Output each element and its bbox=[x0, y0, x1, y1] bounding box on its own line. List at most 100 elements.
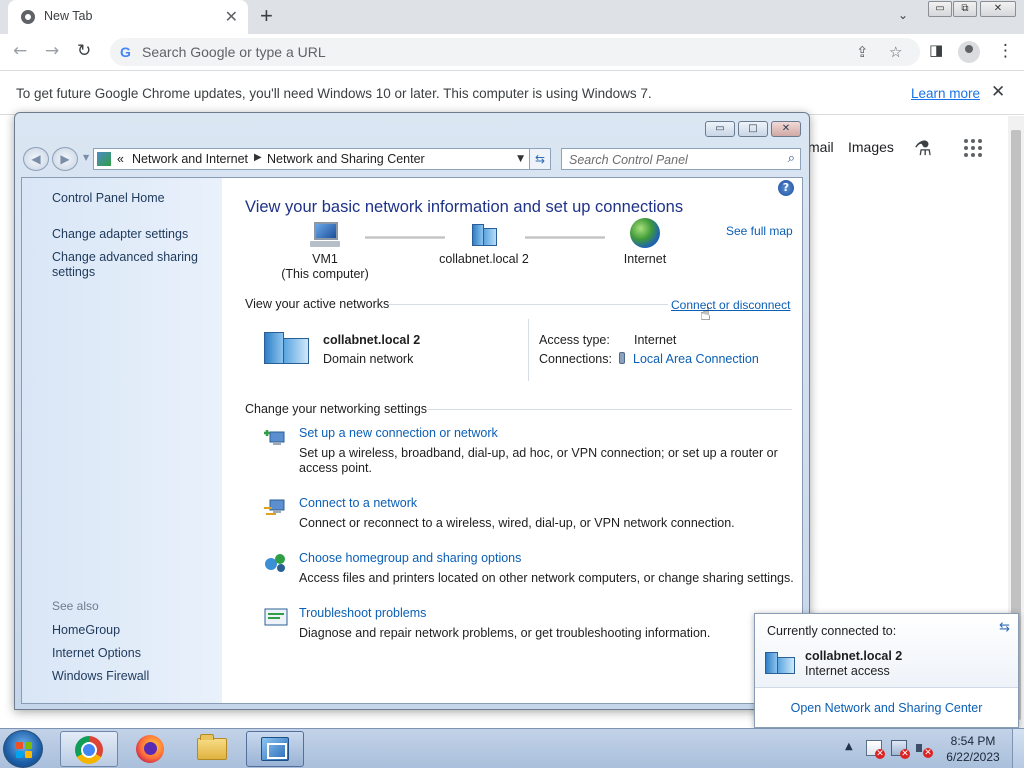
restore-button[interactable]: ⧉ bbox=[953, 1, 977, 17]
connect-network-link[interactable]: Connect to a network bbox=[299, 496, 417, 510]
map-node-internet[interactable]: Internet bbox=[605, 218, 685, 267]
domain-network-icon bbox=[264, 328, 312, 366]
update-infobar: To get future Google Chrome updates, you… bbox=[0, 71, 1024, 115]
address-dropdown-icon[interactable]: ▼ bbox=[517, 154, 524, 164]
active-networks-heading: View your active networks bbox=[245, 297, 390, 311]
domain-network-icon bbox=[469, 222, 499, 248]
labs-flask-icon[interactable]: ⚗ bbox=[914, 136, 932, 160]
cp-address-field[interactable]: « Network and Internet ▶ Network and Sha… bbox=[93, 148, 551, 170]
omnibox[interactable]: G Search Google or type a URL ⇪ ☆ bbox=[110, 38, 920, 66]
flyout-header-area: Currently connected to: ⇆ collabnet.loca… bbox=[755, 614, 1018, 688]
cp-maximize-button[interactable]: □ bbox=[738, 121, 768, 137]
start-button[interactable] bbox=[3, 730, 43, 768]
show-desktop-button[interactable] bbox=[1012, 729, 1024, 768]
forward-icon[interactable]: → bbox=[45, 41, 59, 61]
setup-connection-desc: Set up a wireless, broadband, dial-up, a… bbox=[299, 446, 778, 475]
domain-network-icon bbox=[765, 650, 797, 676]
active-network-divider bbox=[528, 319, 529, 381]
volume-muted-icon[interactable] bbox=[915, 740, 933, 758]
access-type-value: Internet bbox=[634, 333, 677, 347]
cp-back-button[interactable]: ◀ bbox=[23, 147, 49, 171]
folder-icon bbox=[197, 734, 227, 760]
taskbar-firefox[interactable] bbox=[122, 731, 180, 767]
search-placeholder: Search Control Panel bbox=[569, 153, 688, 167]
sidebar-change-advanced-sharing[interactable]: Change advanced sharing settings bbox=[52, 250, 202, 280]
section-divider bbox=[427, 409, 792, 410]
clock-time: 8:54 PM bbox=[950, 734, 996, 748]
active-network-type[interactable]: Domain network bbox=[323, 352, 413, 366]
recent-pages-chevron-icon[interactable]: ▼ bbox=[83, 153, 89, 162]
sidebar-windows-firewall[interactable]: Windows Firewall bbox=[52, 669, 149, 684]
troubleshoot-link[interactable]: Troubleshoot problems bbox=[299, 606, 426, 620]
taskbar-chrome[interactable] bbox=[60, 731, 118, 767]
cp-address-bar: ◀ ▶ ▼ « Network and Internet ▶ Network a… bbox=[23, 147, 801, 171]
windows-logo-icon bbox=[16, 742, 32, 758]
taskbar-explorer[interactable] bbox=[184, 731, 242, 767]
infobar-close-icon[interactable]: ✕ bbox=[991, 82, 1005, 102]
homegroup-sharing-link[interactable]: Choose homegroup and sharing options bbox=[299, 551, 521, 565]
show-hidden-icons-icon[interactable]: ▲ bbox=[845, 741, 853, 752]
cp-close-button[interactable]: ✕ bbox=[771, 121, 801, 137]
open-network-sharing-center-link[interactable]: Open Network and Sharing Center bbox=[755, 701, 1018, 715]
sidebar-control-panel-home[interactable]: Control Panel Home bbox=[52, 191, 165, 206]
side-panel-icon[interactable]: ◨ bbox=[929, 41, 943, 59]
flyout-network-status: Internet access bbox=[805, 664, 890, 678]
action-center-icon[interactable] bbox=[866, 740, 885, 759]
google-g-icon: G bbox=[120, 44, 131, 60]
tab-close-icon[interactable]: ✕ bbox=[225, 7, 238, 27]
network-tray-icon[interactable] bbox=[891, 740, 910, 759]
new-connection-icon bbox=[264, 430, 285, 445]
control-panel-window: ▭ □ ✕ ◀ ▶ ▼ « Network and Internet ▶ Net… bbox=[14, 112, 810, 710]
breadcrumb-overflow[interactable]: « bbox=[117, 152, 124, 166]
setup-connection-link[interactable]: Set up a new connection or network bbox=[299, 426, 498, 440]
back-icon[interactable]: ← bbox=[13, 41, 27, 61]
chrome-icon bbox=[75, 736, 103, 764]
chrome-toolbar: ← → ↻ G Search Google or type a URL ⇪ ☆ … bbox=[0, 34, 1024, 71]
sidebar-homegroup[interactable]: HomeGroup bbox=[52, 623, 120, 638]
cp-minimize-button[interactable]: ▭ bbox=[705, 121, 735, 137]
reload-icon[interactable]: ↻ bbox=[77, 41, 91, 61]
chrome-tabstrip: New Tab ✕ + ⌄ ▭ ⧉ ✕ bbox=[0, 0, 1024, 34]
connect-or-disconnect-link[interactable]: Connect or disconnect bbox=[671, 298, 790, 312]
learn-more-link[interactable]: Learn more bbox=[911, 86, 980, 101]
search-icon[interactable]: ⌕ bbox=[788, 151, 795, 166]
troubleshoot-desc: Diagnose and repair network problems, or… bbox=[299, 626, 711, 640]
tab-new-tab[interactable]: New Tab ✕ bbox=[8, 0, 248, 34]
breadcrumb-network-and-internet[interactable]: Network and Internet bbox=[132, 152, 248, 166]
sidebar-internet-options[interactable]: Internet Options bbox=[52, 646, 141, 661]
profile-avatar-icon[interactable] bbox=[958, 41, 980, 63]
taskbar-control-panel[interactable] bbox=[246, 731, 304, 767]
cp-forward-button[interactable]: ▶ bbox=[52, 147, 78, 171]
new-tab-button[interactable]: + bbox=[260, 3, 273, 29]
cp-main-content: ? View your basic network information an… bbox=[222, 178, 802, 703]
flyout-heading: Currently connected to: bbox=[767, 624, 897, 638]
help-icon[interactable]: ? bbox=[778, 180, 794, 196]
minimize-button[interactable]: ▭ bbox=[928, 1, 952, 17]
local-area-connection-link[interactable]: Local Area Connection bbox=[619, 352, 759, 366]
map-computer-name: VM1 bbox=[312, 252, 338, 266]
connect-network-icon bbox=[264, 499, 285, 515]
google-apps-icon[interactable] bbox=[964, 139, 982, 157]
map-node-computer[interactable]: VM1 (This computer) bbox=[270, 222, 380, 282]
cp-refresh-button[interactable]: ⇆ bbox=[529, 148, 551, 170]
see-also-label: See also bbox=[52, 599, 99, 613]
omnibox-input[interactable]: Search Google or type a URL bbox=[142, 44, 326, 60]
clock-date: 6/22/2023 bbox=[946, 750, 1000, 764]
taskbar-clock[interactable]: 8:54 PM 6/22/2023 bbox=[942, 733, 1004, 765]
see-full-map-link[interactable]: See full map bbox=[726, 224, 793, 238]
cp-body: Control Panel Home Change adapter settin… bbox=[21, 177, 803, 704]
bookmark-star-icon[interactable]: ☆ bbox=[889, 43, 902, 61]
cp-search-input[interactable]: Search Control Panel ⌕ bbox=[561, 148, 801, 170]
sidebar-change-adapter-settings[interactable]: Change adapter settings bbox=[52, 227, 188, 242]
flyout-refresh-icon[interactable]: ⇆ bbox=[999, 620, 1010, 635]
breadcrumb-network-sharing-center[interactable]: Network and Sharing Center bbox=[267, 152, 425, 166]
images-link[interactable]: Images bbox=[848, 139, 894, 155]
tab-search-chevron-icon[interactable]: ⌄ bbox=[898, 8, 908, 22]
gmail-link[interactable]: mail bbox=[808, 139, 834, 155]
map-node-domain[interactable]: collabnet.local 2 bbox=[424, 222, 544, 267]
menu-kebab-icon[interactable]: ⋮ bbox=[997, 41, 1014, 61]
map-computer-sub: (This computer) bbox=[281, 267, 369, 281]
close-window-button[interactable]: ✕ bbox=[980, 1, 1016, 17]
breadcrumb-separator-icon[interactable]: ▶ bbox=[254, 152, 262, 163]
share-icon[interactable]: ⇪ bbox=[856, 43, 869, 61]
